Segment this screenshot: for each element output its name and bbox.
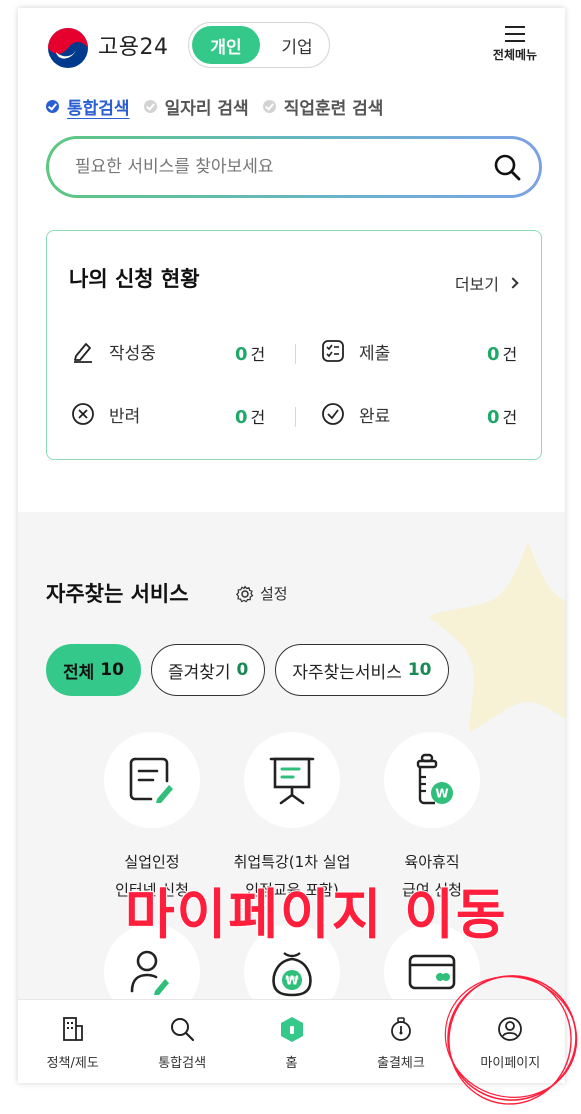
nav-search[interactable]: 통합검색 (127, 1000, 236, 1083)
check-dot-icon (46, 99, 59, 113)
search-input[interactable] (75, 139, 455, 195)
nav-label: 정책/제도 (46, 1056, 99, 1071)
chip-count: 0 (236, 660, 249, 680)
count-number: 0 (487, 407, 500, 428)
status-label: 반려 (109, 406, 141, 427)
status-submitted[interactable]: 제출 (321, 336, 390, 366)
more-link[interactable]: 더보기 (454, 271, 519, 295)
chip-count: 10 (100, 660, 124, 680)
chip-label: 전체 (63, 662, 95, 683)
search-box-inner (49, 139, 539, 195)
document-pen-icon (129, 757, 173, 803)
chip-label: 자주찾는서비스 (292, 662, 402, 683)
svg-text:W: W (435, 787, 448, 801)
chip-all[interactable]: 전체 10 (46, 644, 141, 696)
brand-name[interactable]: 고용24 (98, 29, 168, 61)
search-icon (171, 1018, 195, 1042)
service-icon-circle: W (384, 732, 480, 828)
check-circle-icon (322, 403, 344, 425)
chip-frequent[interactable]: 자주찾는서비스 10 (275, 644, 449, 696)
nav-label: 통합검색 (158, 1056, 207, 1071)
filter-chips: 전체 10 즐겨찾기 0 자주찾는서비스 10 (46, 644, 459, 696)
status-label: 제출 (359, 343, 391, 364)
count-unit: 건 (502, 408, 518, 427)
settings-button[interactable]: 설정 (236, 583, 288, 604)
home-icon (280, 1017, 303, 1042)
money-bag-icon: ₩ (272, 952, 312, 997)
tab-training-search[interactable]: 직업훈련 검색 (262, 94, 384, 119)
count-unit: 건 (250, 408, 266, 427)
tab-label: 통합검색 (67, 98, 130, 119)
baby-bottle-icon: W (416, 753, 453, 805)
check-dot-icon (143, 99, 157, 113)
segment-personal[interactable]: 개인 (192, 26, 260, 64)
svg-text:₩: ₩ (285, 974, 299, 988)
nav-label: 홈 (285, 1056, 298, 1071)
settings-label: 설정 (260, 585, 288, 603)
status-count: 0 건 (487, 404, 517, 428)
status-drafting[interactable]: 작성중 (71, 336, 156, 366)
status-completed[interactable]: 완료 (321, 399, 390, 429)
divider (295, 407, 296, 427)
user-type-toggle[interactable]: 개인 기업 (188, 22, 330, 68)
annotation-circle (444, 975, 578, 1105)
chevron-right-icon (507, 277, 519, 289)
card-title: 나의 신청 현황 (69, 267, 200, 291)
service-icon-circle (244, 732, 340, 828)
status-count: 0 건 (235, 404, 265, 428)
count-unit: 건 (502, 345, 518, 364)
pencil-icon (74, 343, 92, 363)
header: 고용24 개인 기업 전체메뉴 (18, 8, 565, 84)
count-unit: 건 (250, 345, 266, 364)
nav-label: 출결체크 (377, 1056, 425, 1071)
status-rejected[interactable]: 반려 (71, 399, 140, 429)
application-status-card: 나의 신청 현황 더보기 작성중 0 건 제출 0 건 반려 0 건 완료 0 … (46, 230, 542, 460)
menu-label: 전체메뉴 (492, 48, 538, 62)
chip-favorites[interactable]: 즐겨찾기 0 (150, 644, 266, 696)
nav-policy[interactable]: 정책/제도 (18, 1000, 127, 1083)
status-count: 0 건 (487, 341, 517, 365)
hamburger-icon (505, 26, 525, 42)
divider (295, 344, 296, 364)
more-label: 더보기 (454, 275, 499, 294)
person-edit-icon (130, 950, 169, 995)
status-count: 0 건 (235, 341, 265, 365)
service-icon-circle (104, 732, 200, 828)
tab-integrated-search[interactable]: 통합검색 (46, 94, 130, 119)
tab-job-search[interactable]: 일자리 검색 (143, 94, 249, 119)
checklist-icon (322, 340, 344, 362)
count-number: 0 (235, 407, 248, 428)
nav-home[interactable]: 홈 (237, 1000, 346, 1083)
building-icon (62, 1017, 83, 1041)
tab-label: 일자리 검색 (164, 98, 249, 119)
search-icon[interactable] (493, 153, 521, 181)
chip-count: 10 (407, 660, 432, 680)
section-title: 자주찾는 서비스 (46, 582, 189, 606)
x-circle-icon (72, 403, 94, 425)
attendance-icon (391, 1017, 411, 1041)
check-dot-icon (262, 99, 276, 113)
count-number: 0 (487, 344, 500, 365)
annotation-text: 마이페이지 이동 (124, 882, 508, 947)
star-decoration-icon (428, 542, 565, 732)
full-menu-button[interactable]: 전체메뉴 (480, 22, 550, 72)
government-logo-icon[interactable] (46, 26, 90, 70)
presentation-board-icon (269, 757, 315, 805)
count-number: 0 (235, 344, 248, 365)
status-label: 완료 (359, 406, 391, 427)
chip-label: 즐겨찾기 (167, 662, 231, 683)
search-type-tabs: 통합검색 일자리 검색 직업훈련 검색 (46, 94, 397, 119)
gear-icon (236, 584, 254, 603)
tab-label: 직업훈련 검색 (283, 98, 384, 119)
search-box (46, 136, 542, 198)
segment-business[interactable]: 기업 (275, 26, 319, 64)
status-label: 작성중 (109, 343, 156, 364)
